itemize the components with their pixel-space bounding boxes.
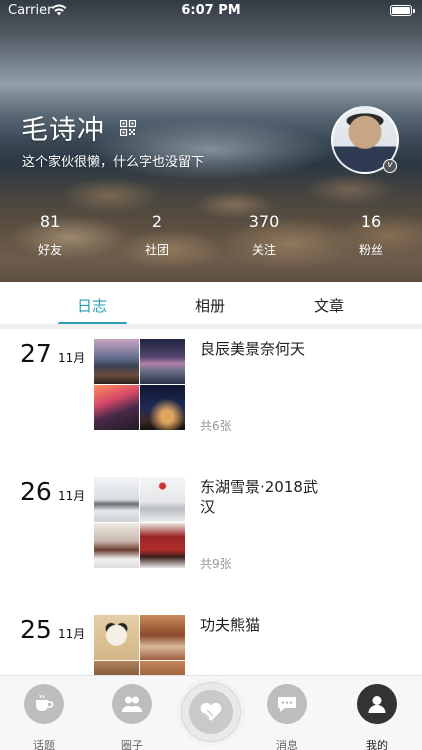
stat-value: 370: [248, 212, 280, 231]
status-time: 6:07 PM: [181, 3, 241, 18]
qr-code-icon[interactable]: [120, 120, 136, 136]
stat-following[interactable]: 370 关注: [224, 212, 304, 258]
stat-label: 社团: [144, 243, 169, 257]
stat-friends[interactable]: 81 好友: [10, 212, 90, 258]
stat-fans[interactable]: 16 粉丝: [331, 212, 411, 258]
stat-clubs[interactable]: 2 社团: [117, 212, 197, 258]
status-bar: Carrier 6:07 PM: [0, 0, 422, 22]
profile-stats: 81 好友 2 社团 370 关注 16 粉丝: [0, 212, 422, 262]
stat-value: 16: [360, 212, 382, 231]
stat-value: 2: [151, 212, 163, 231]
profile-info: 毛诗冲 这个家伙很懒，什么字也没留下 v 81 好友 2 社团 370 关注 1…: [0, 0, 422, 750]
stat-label: 好友: [37, 243, 62, 257]
profile-screen: Carrier 6:07 PM 毛诗冲 这个家伙很懒，什么字也没留下 v 81 …: [0, 0, 422, 750]
stat-value: 81: [39, 212, 61, 231]
battery-icon: [390, 5, 415, 16]
user-bio: 这个家伙很懒，什么字也没留下: [22, 155, 205, 170]
user-name: 毛诗冲: [21, 115, 105, 146]
stat-label: 粉丝: [358, 243, 383, 257]
verified-badge: v: [383, 159, 397, 173]
stat-label: 关注: [251, 243, 276, 257]
